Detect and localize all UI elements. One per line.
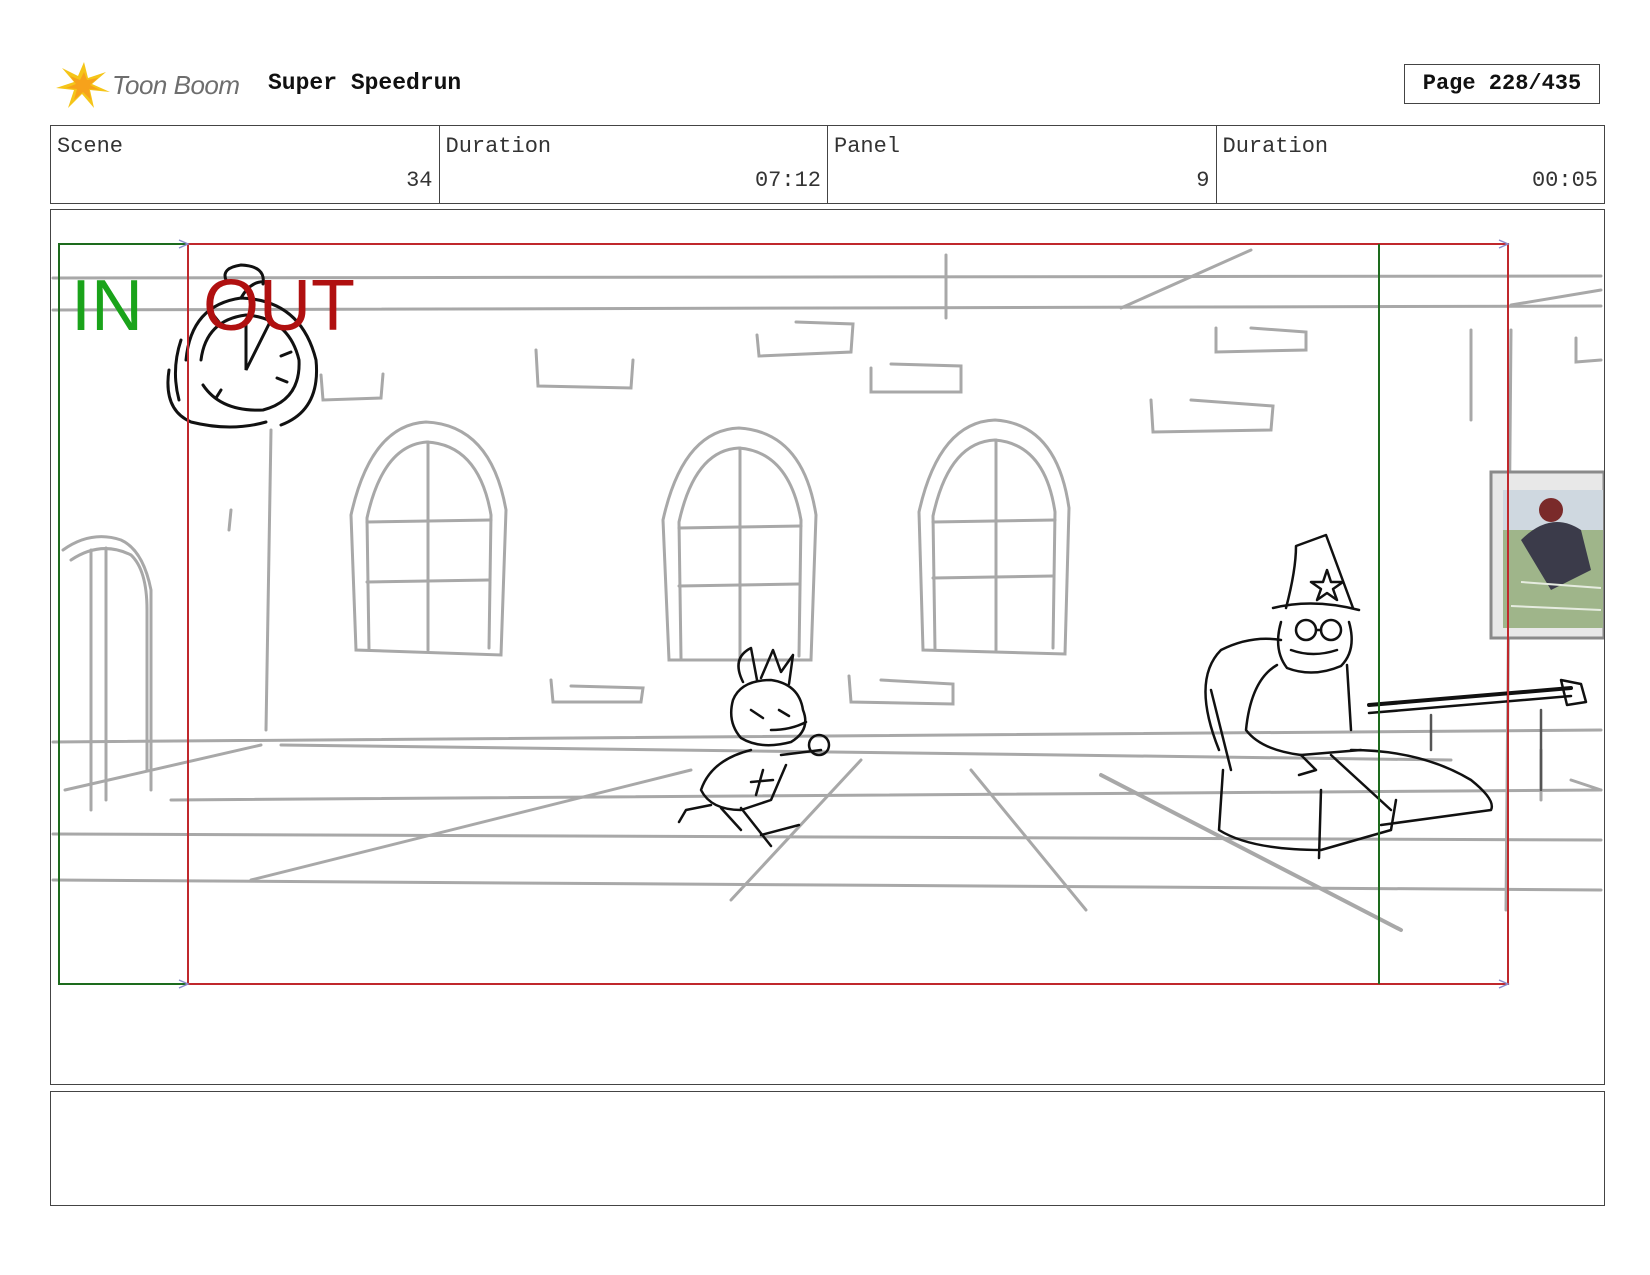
starburst-icon: [56, 62, 110, 108]
window-center: [661, 426, 818, 662]
page-counter: Page 228/435: [1404, 64, 1600, 104]
panel-duration-cell: Duration 00:05: [1217, 126, 1605, 203]
window-right: [917, 418, 1071, 656]
panel-duration-value: 00:05: [1531, 168, 1598, 193]
panel-info-row: Scene 34 Duration 07:12 Panel 9 Duration…: [50, 125, 1605, 204]
toon-boom-logo: Toon Boom: [54, 58, 254, 112]
scene-value: 34: [406, 168, 433, 193]
panel-label: Panel: [834, 134, 901, 159]
window-left: [349, 420, 508, 657]
background-sketch: [51, 248, 1603, 932]
scene-cell: Scene 34: [51, 126, 440, 203]
storyboard-panel[interactable]: IN OUT: [50, 209, 1605, 1085]
scene-duration-value: 07:12: [754, 168, 821, 193]
panel-duration-label: Duration: [1222, 134, 1329, 159]
action-safe-frame: [187, 243, 1509, 985]
panel-cell: Panel 9: [828, 126, 1217, 203]
panel-notes[interactable]: [50, 1091, 1605, 1206]
scene-duration-cell: Duration 07:12: [440, 126, 828, 203]
in-marker-label: IN: [71, 266, 143, 346]
out-marker-label: OUT: [203, 266, 355, 346]
scene-label: Scene: [57, 134, 124, 159]
logo-text: Toon Boom: [112, 70, 240, 100]
panel-drawing: IN OUT: [51, 239, 1604, 989]
panel-value: 9: [1196, 168, 1210, 193]
bunny-character: [677, 646, 831, 848]
header: Toon Boom Super Speedrun Page 228/435: [50, 56, 1605, 116]
title-safe-frame: [58, 243, 1380, 985]
project-title: Super Speedrun: [268, 70, 462, 96]
scene-duration-label: Duration: [445, 134, 552, 159]
